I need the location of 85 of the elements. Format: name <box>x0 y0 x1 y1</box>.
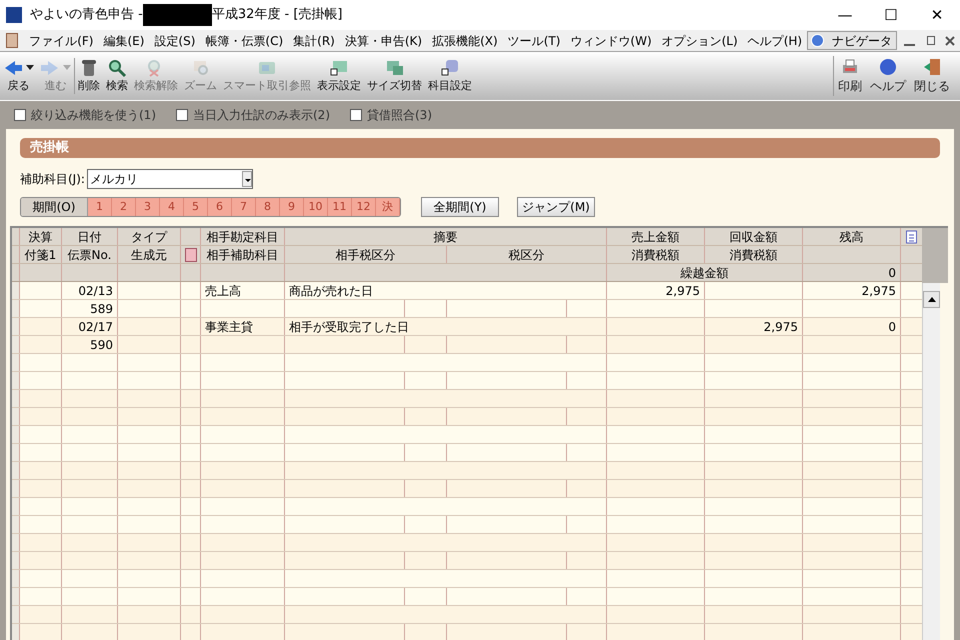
column-header: 税区分 <box>508 246 544 264</box>
help-icon <box>878 57 898 77</box>
ledger-icon <box>6 33 18 48</box>
menu-item[interactable]: オプション(L) <box>656 32 743 50</box>
compass-icon <box>811 34 824 47</box>
balance-cell-text: 0 <box>887 318 897 336</box>
column-header: 伝票No. <box>68 246 112 264</box>
toolbar-button[interactable]: 印刷 <box>834 52 866 100</box>
column-header: 相手税区分 <box>336 246 396 264</box>
column-header: 相手補助科目 <box>206 246 278 264</box>
option-checkbox[interactable]: 貸借照合(3) <box>350 106 432 124</box>
voucher-number-cell-text: 590 <box>89 336 114 354</box>
action-button[interactable]: 全期間(Y) <box>421 197 499 217</box>
toolbar-button[interactable]: 検索 <box>103 52 131 100</box>
column-header: 付箋1 <box>24 246 56 264</box>
menu-item[interactable]: 決算・申告(K) <box>340 32 428 50</box>
option-checkbox[interactable]: 絞り込み機能を使う(1) <box>14 106 156 124</box>
column-header: 決算 <box>28 228 52 246</box>
column-header: 消費税額 <box>730 246 778 264</box>
account-cell-text: 売上高 <box>204 282 242 300</box>
balance-cell-text: 2,975 <box>860 282 897 300</box>
column-header: 回収金額 <box>730 228 778 246</box>
column-header: タイプ <box>131 228 167 246</box>
note-icon <box>184 248 196 262</box>
toolbar-button[interactable]: 科目設定 <box>425 52 475 100</box>
mdi-close-icon[interactable] <box>944 34 955 46</box>
app-logo-icon <box>6 7 22 23</box>
column-header: 残高 <box>840 228 864 246</box>
mdi-restore-icon[interactable] <box>926 36 935 45</box>
column-header: 相手勘定科目 <box>206 228 278 246</box>
menu-item[interactable]: 編集(E) <box>98 32 150 50</box>
date-cell-text: 02/17 <box>77 318 114 336</box>
scrollbar[interactable] <box>922 283 940 640</box>
column-header: 繰越金額 <box>680 264 728 282</box>
navigator-button[interactable]: ナビゲータ <box>807 31 897 50</box>
exit-door-icon <box>922 57 942 77</box>
caret-icon <box>26 65 34 70</box>
toolbar-button[interactable]: 戻る <box>0 52 37 100</box>
menu-item[interactable]: ツール(T) <box>502 32 566 50</box>
action-button[interactable]: ジャンプ(M) <box>517 197 595 217</box>
caret-icon <box>63 65 71 70</box>
menu-item[interactable]: ウィンドウ(W) <box>565 32 657 50</box>
sub-account-dropdown[interactable]: メルカリ <box>86 169 253 189</box>
voucher-number-cell-text: 589 <box>89 300 114 318</box>
menu-item[interactable]: 帳簿・伝票(C) <box>200 32 288 50</box>
period-label[interactable]: 期間(O) <box>21 198 88 216</box>
section-header: 売掛帳 <box>20 138 940 158</box>
caret-icon <box>242 171 252 187</box>
maximize-button[interactable]: ☐ <box>868 0 914 30</box>
column-header: 摘要 <box>434 228 458 246</box>
toolbar-button[interactable]: ヘルプ <box>866 52 910 100</box>
column-header: 生成元 <box>131 246 167 264</box>
notepad-icon[interactable] <box>906 230 917 244</box>
close-button[interactable]: ✕ <box>914 0 960 30</box>
window-title: やよいの青色申告 - <box>30 6 143 24</box>
scroll-up-icon[interactable] <box>928 297 936 302</box>
description-cell-text: 商品が売れた日 <box>288 282 374 300</box>
description-cell-text: 相手が受取完了した日 <box>288 318 410 336</box>
toolbar-button[interactable]: 表示設定 <box>314 52 364 100</box>
menu-item[interactable]: 拡張機能(X) <box>427 32 503 50</box>
minimize-button[interactable]: — <box>822 0 868 30</box>
menu-item[interactable]: 集計(R) <box>288 32 340 50</box>
search-icon <box>107 58 127 78</box>
option-checkbox[interactable]: 当日入力仕訳のみ表示(2) <box>176 106 330 124</box>
account-settings-icon <box>440 58 460 78</box>
balance-cell-text: 0 <box>887 264 897 282</box>
header-corner <box>922 228 948 283</box>
trash-can-icon <box>79 58 99 78</box>
field-label: 補助科目(J): <box>20 171 85 188</box>
column-header: 消費税額 <box>632 246 680 264</box>
amount-cell-text: 2,975 <box>664 282 701 300</box>
date-cell-text: 02/13 <box>77 282 114 300</box>
menu-item[interactable]: ファイル(F) <box>24 32 98 50</box>
column-header: 売上金額 <box>632 228 680 246</box>
toolbar-button[interactable]: サイズ切替 <box>364 52 425 100</box>
window-title: 平成32年度 - [売掛帳] <box>212 6 342 24</box>
account-cell-text: 事業主貸 <box>204 318 254 336</box>
amount-cell-text: 2,975 <box>762 318 799 336</box>
toolbar-button[interactable]: 削除 <box>75 52 103 100</box>
column-header: 日付 <box>78 228 102 246</box>
mdi-minimize-icon[interactable] <box>904 44 915 46</box>
toolbar-button[interactable]: 閉じる <box>910 52 954 100</box>
menu-item[interactable]: ヘルプ(H) <box>742 32 808 50</box>
menu-item[interactable]: 設定(S) <box>149 32 200 50</box>
redaction-bar <box>142 4 212 26</box>
